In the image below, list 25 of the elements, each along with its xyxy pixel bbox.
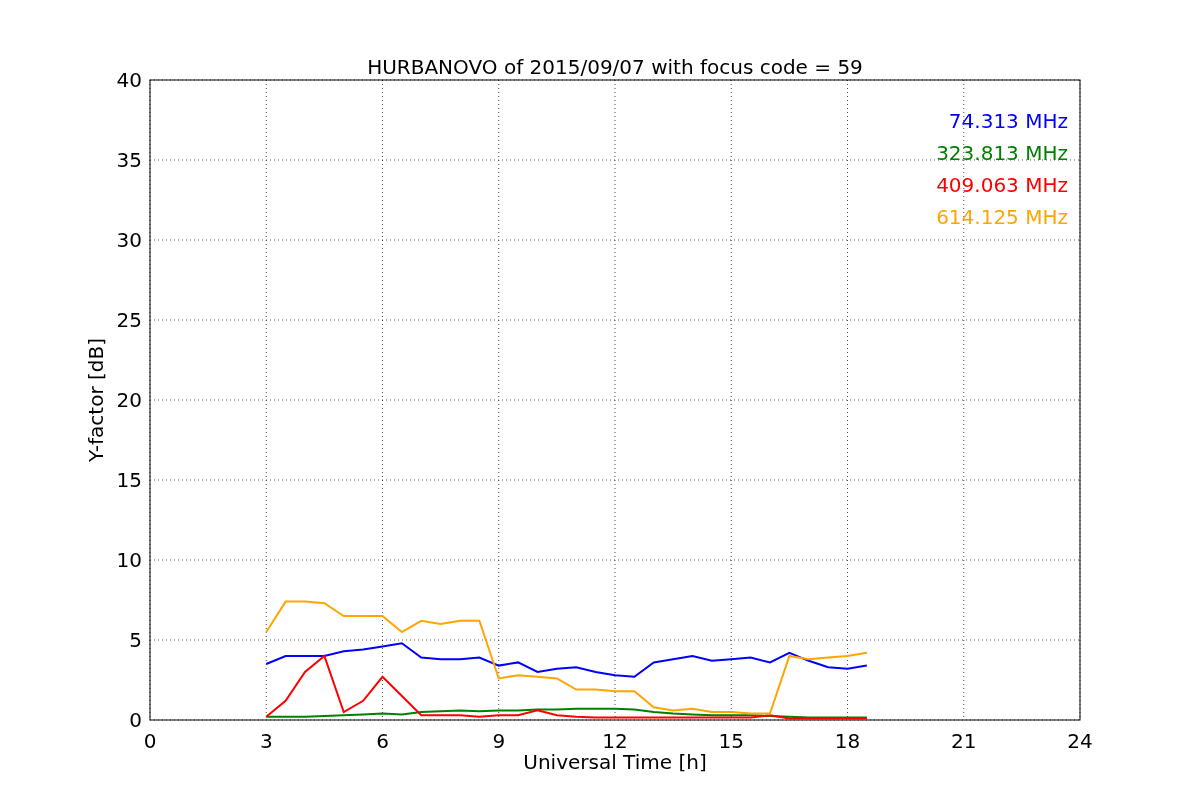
tick-label: 25 <box>116 308 142 332</box>
legend-label: 323.813 MHz <box>936 141 1068 165</box>
tick-label: 12 <box>602 729 628 753</box>
tick-label: 40 <box>116 68 142 92</box>
chart-title: HURBANOVO of 2015/09/07 with focus code = 59 <box>367 55 863 79</box>
tick-label: 5 <box>129 628 142 652</box>
tick-label: 3 <box>259 729 273 753</box>
tick-label: 6 <box>376 729 389 753</box>
tick-label: 35 <box>116 148 142 172</box>
tick-label: 18 <box>834 729 861 753</box>
tick-label: 10 <box>116 548 142 572</box>
tick-label: 21 <box>951 729 977 753</box>
tick-label: 30 <box>116 228 142 252</box>
tick-label: 15 <box>116 468 142 492</box>
tick-label: 20 <box>116 388 142 412</box>
legend-label: 614.125 MHz <box>936 205 1068 229</box>
axis-title: Y-factor [dB] <box>84 338 108 462</box>
legend-label: 74.313 MHz <box>948 109 1068 133</box>
tick-label: 24 <box>1067 729 1093 753</box>
tick-label: 0 <box>129 708 142 732</box>
tick-label: 0 <box>143 729 157 753</box>
tick-label: 15 <box>718 729 744 753</box>
tick-label: 9 <box>492 729 506 753</box>
axis-title: Universal Time [h] <box>523 750 707 774</box>
legend-label: 409.063 MHz <box>936 173 1068 197</box>
